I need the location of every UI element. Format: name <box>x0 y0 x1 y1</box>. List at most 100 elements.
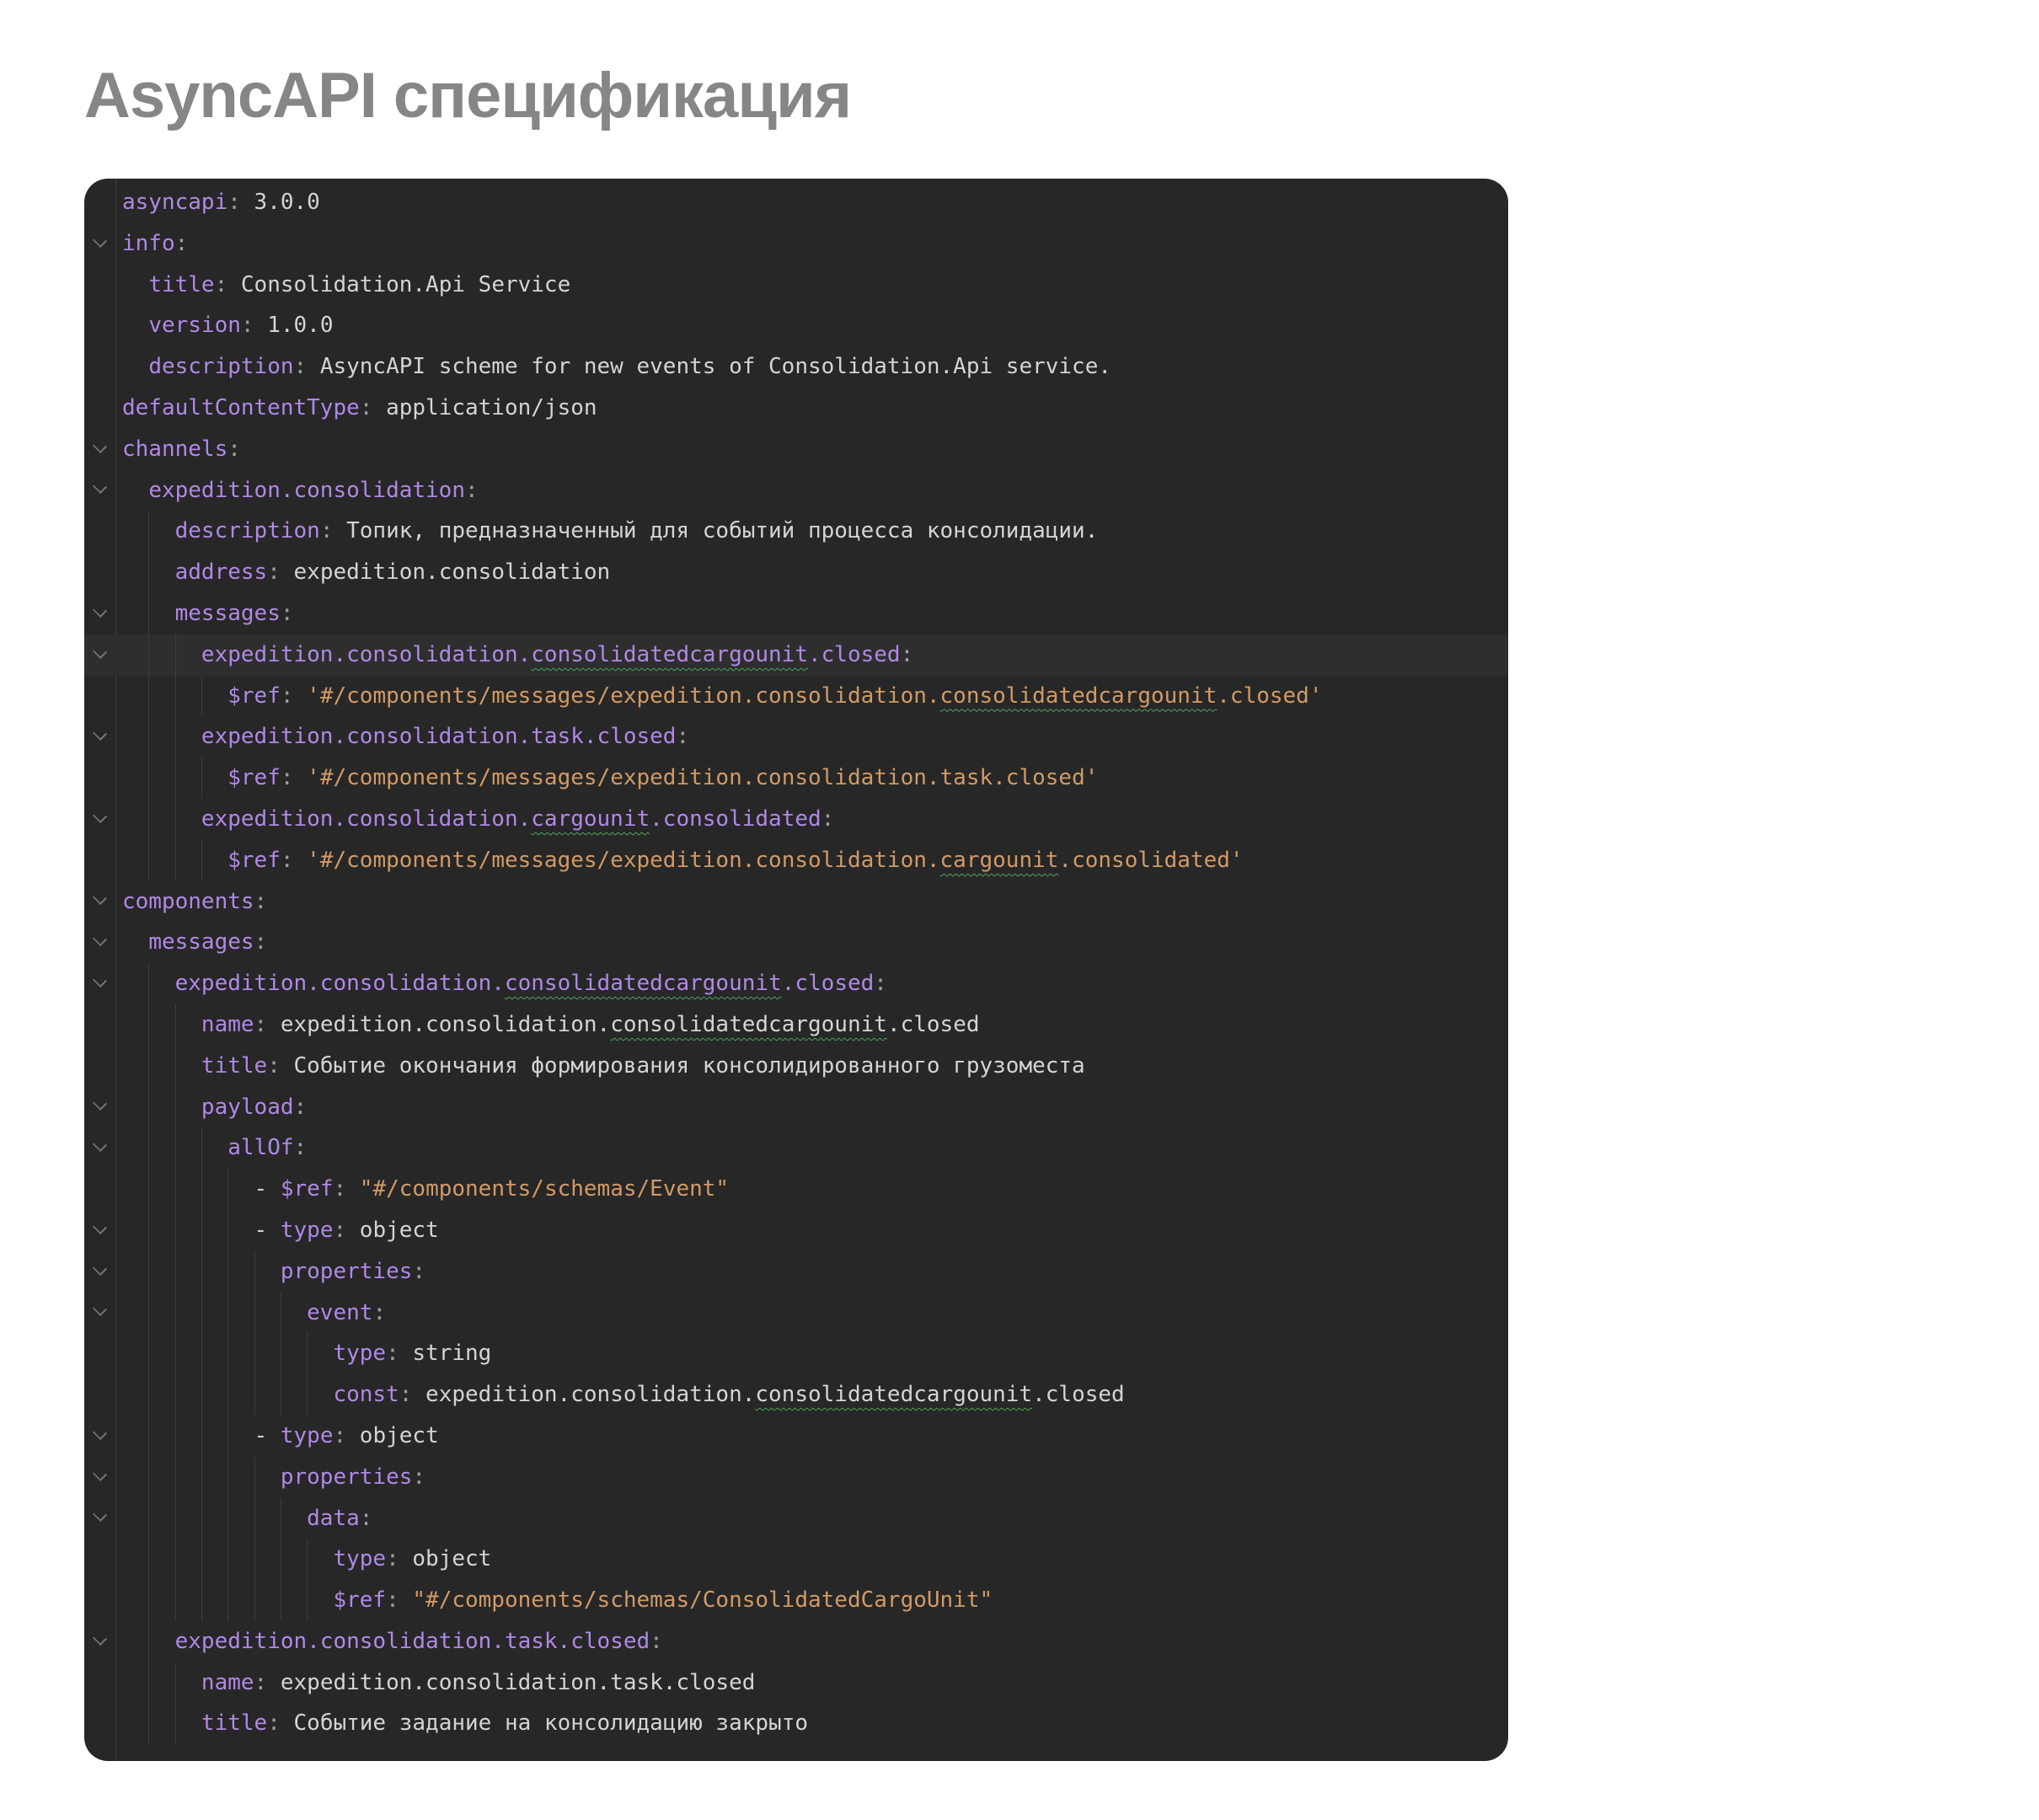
code-text: $ref: "#/components/schemas/Consolidated… <box>115 1580 1508 1621</box>
fold-gutter <box>84 182 115 223</box>
fold-chevron-icon[interactable] <box>92 726 108 741</box>
indent-guide <box>201 1209 202 1251</box>
code-text: - type: object <box>115 1209 1508 1251</box>
fold-chevron-icon[interactable] <box>92 1219 108 1234</box>
code-line: type: object <box>84 1539 1508 1581</box>
indent-guide <box>307 1580 308 1621</box>
indent-guide <box>148 1662 150 1704</box>
code-text: expedition.consolidation.consolidatedcar… <box>115 634 1508 676</box>
code-text: description: Топик, предназначенный для … <box>115 511 1508 553</box>
indent-guide <box>254 1456 255 1498</box>
indent-guide <box>227 1580 229 1621</box>
fold-chevron-icon[interactable] <box>92 644 108 659</box>
fold-gutter <box>84 840 115 881</box>
code-text: components: <box>122 888 268 914</box>
code-text: version: 1.0.0 <box>148 313 334 339</box>
indent-guide <box>174 634 176 676</box>
indent-guide <box>148 1209 150 1251</box>
fold-chevron-icon[interactable] <box>92 891 108 906</box>
code-line: allOf: <box>84 1127 1508 1170</box>
fold-chevron-icon[interactable] <box>92 438 108 453</box>
code-text: expedition.consolidation.consolidatedcar… <box>115 963 1508 1004</box>
spellcheck-squiggle: cargounit <box>531 806 650 832</box>
code-line: payload: <box>84 1086 1508 1128</box>
indent-guide <box>148 1250 150 1293</box>
fold-chevron-icon[interactable] <box>92 1138 108 1153</box>
code-line: event: <box>84 1292 1508 1334</box>
indent-guide <box>201 1539 202 1581</box>
fold-gutter <box>84 1374 115 1416</box>
indent-guide <box>148 1292 150 1334</box>
fold-chevron-icon[interactable] <box>92 602 108 618</box>
fold-chevron-icon[interactable] <box>92 808 108 823</box>
indent-guide <box>148 1539 150 1581</box>
indent-guide <box>254 1497 255 1539</box>
indent-guide <box>227 1415 229 1457</box>
fold-gutter <box>84 1498 115 1539</box>
code-lines: asyncapi: 3.0.0 info: title: Consolidatio… <box>84 182 1508 1745</box>
fold-chevron-icon[interactable] <box>92 1425 108 1440</box>
code-line: - type: object <box>84 1209 1508 1251</box>
indent-guide <box>148 552 150 593</box>
fold-chevron-icon[interactable] <box>92 479 108 495</box>
fold-gutter <box>84 1662 115 1704</box>
fold-gutter <box>84 346 115 388</box>
fold-gutter <box>84 429 115 470</box>
code-line: - $ref: "#/components/schemas/Event" <box>84 1169 1508 1210</box>
spellcheck-squiggle: cargounit <box>939 847 1059 873</box>
fold-gutter <box>84 265 115 306</box>
fold-chevron-icon[interactable] <box>92 233 108 248</box>
code-line: description: Топик, предназначенный для … <box>84 511 1508 553</box>
code-line: asyncapi: 3.0.0 <box>84 182 1508 223</box>
indent-guide <box>254 1539 255 1581</box>
code-text: title: Событие окончания формирования ко… <box>115 1045 1508 1087</box>
code-line: name: expedition.consolidation.consolida… <box>84 1004 1508 1046</box>
fold-chevron-icon[interactable] <box>92 973 108 988</box>
fold-chevron-icon[interactable] <box>92 1630 108 1646</box>
indent-guide <box>227 1497 229 1539</box>
indent-guide <box>148 716 150 758</box>
code-text: messages: <box>148 929 268 956</box>
spellcheck-squiggle: consolidatedcargounit <box>939 682 1218 709</box>
indent-guide <box>148 963 150 1004</box>
indent-guide <box>254 1580 255 1621</box>
code-text: properties: <box>115 1456 1508 1498</box>
fold-chevron-icon[interactable] <box>92 932 108 947</box>
indent-guide <box>148 798 150 840</box>
code-line: title: Событие задание на консолидацию з… <box>84 1703 1508 1745</box>
code-line: version: 1.0.0 <box>84 305 1508 346</box>
indent-guide <box>174 1539 176 1581</box>
code-text: allOf: <box>115 1127 1508 1170</box>
code-line: $ref: "#/components/schemas/Consolidated… <box>84 1580 1508 1621</box>
code-line: const: expedition.consolidation.consolid… <box>84 1374 1508 1416</box>
indent-guide <box>201 1127 202 1170</box>
code-line: type: string <box>84 1333 1508 1375</box>
indent-guide <box>148 757 150 799</box>
code-text: address: expedition.consolidation <box>115 552 1508 593</box>
spellcheck-squiggle: consolidatedcargounit <box>610 1011 887 1037</box>
indent-guide <box>174 1703 176 1745</box>
fold-gutter <box>84 305 115 346</box>
fold-gutter <box>84 1621 115 1662</box>
indent-guide <box>148 1004 150 1046</box>
code-line: defaultContentType: application/json <box>84 388 1508 429</box>
fold-chevron-icon[interactable] <box>92 1096 108 1111</box>
fold-chevron-icon[interactable] <box>92 1466 108 1481</box>
code-line: channels: <box>84 429 1508 470</box>
fold-chevron-icon[interactable] <box>92 1507 108 1523</box>
indent-guide <box>174 1250 176 1293</box>
fold-gutter <box>84 1169 115 1210</box>
code-text: expedition.consolidation.task.closed: <box>115 1620 1508 1662</box>
code-text: title: Consolidation.Api Service <box>148 271 571 297</box>
fold-gutter <box>84 511 115 552</box>
fold-gutter <box>84 1293 115 1334</box>
indent-guide <box>174 1415 176 1457</box>
code-text: type: object <box>115 1539 1508 1581</box>
fold-gutter <box>84 799 115 840</box>
spellcheck-squiggle: consolidatedcargounit <box>755 1382 1033 1408</box>
indent-guide <box>227 1209 229 1251</box>
indent-guide <box>201 1250 202 1293</box>
fold-chevron-icon[interactable] <box>92 1302 108 1317</box>
fold-gutter <box>84 922 115 963</box>
fold-chevron-icon[interactable] <box>92 1261 108 1276</box>
